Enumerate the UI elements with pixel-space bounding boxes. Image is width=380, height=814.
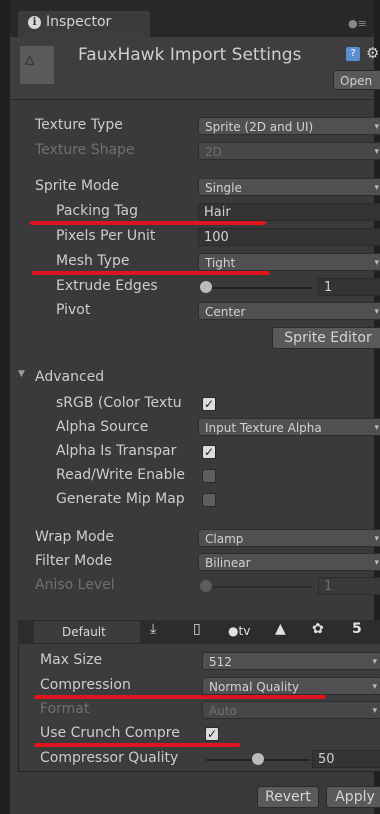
sprite-editor-button[interactable]: Sprite Editor: [272, 327, 380, 349]
read-write-enabled-label: Read/Write Enable: [56, 467, 185, 483]
mesh-type-dropdown[interactable]: Tight ▾: [198, 253, 380, 271]
format-label: Format: [40, 701, 90, 717]
format-dropdown: Auto ▾: [202, 701, 380, 719]
packing-tag-label: Packing Tag: [56, 203, 138, 219]
android-icon[interactable]: ▲: [275, 621, 286, 637]
pixels-per-unit-label: Pixels Per Unit: [56, 228, 156, 244]
pivot-dropdown[interactable]: Center ▾: [198, 302, 380, 320]
texture-preview-icon: △: [25, 52, 35, 66]
aniso-level-slider-knob: [200, 580, 212, 592]
window-frame-left: [0, 0, 10, 814]
annotation-underline-crunch: [34, 743, 240, 747]
aniso-level-input: 1: [318, 577, 380, 595]
info-icon: i: [28, 16, 41, 29]
use-crunch-compression-label: Use Crunch Compre: [40, 725, 180, 741]
generate-mip-maps-label: Generate Mip Map: [56, 491, 185, 507]
wrap-mode-dropdown[interactable]: Clamp ▾: [198, 529, 380, 547]
compressor-quality-slider-knob[interactable]: [252, 753, 264, 765]
platform-tab-default-label: Default: [62, 625, 106, 639]
texture-type-label: Texture Type: [35, 117, 123, 133]
aniso-level-slider-track: [204, 586, 312, 588]
aniso-level-label: Aniso Level: [35, 577, 115, 593]
lock-menu-icon[interactable]: ●≡: [348, 17, 367, 30]
compression-dropdown[interactable]: Normal Quality ▾: [202, 677, 380, 695]
texture-shape-dropdown: 2D ▾: [198, 142, 380, 160]
sprite-mode-dropdown[interactable]: Single ▾: [198, 178, 380, 196]
annotation-underline-compression: [34, 695, 326, 699]
phone-icon[interactable]: ▯: [193, 621, 201, 637]
annotation-underline-packing-tag: [30, 221, 266, 225]
tizen-icon[interactable]: ✿: [312, 621, 324, 637]
alpha-source-label: Alpha Source: [56, 419, 149, 435]
revert-button[interactable]: Revert: [257, 786, 319, 808]
max-size-label: Max Size: [40, 652, 103, 668]
wrap-mode-label: Wrap Mode: [35, 529, 115, 545]
tab-inspector-label: Inspector: [46, 14, 112, 30]
html5-icon[interactable]: 5: [352, 621, 362, 637]
extrude-edges-input[interactable]: 1: [318, 278, 380, 296]
alpha-is-transparency-label: Alpha Is Transpar: [56, 443, 177, 459]
apply-button[interactable]: Apply: [326, 786, 380, 808]
pivot-label: Pivot: [56, 302, 91, 318]
gear-icon[interactable]: ⚙: [366, 44, 379, 62]
alpha-is-transparency-checkbox[interactable]: ✓: [202, 445, 216, 459]
appletv-icon[interactable]: ●tv: [228, 624, 250, 638]
import-settings-title: FauxHawk Import Settings: [78, 45, 302, 65]
annotation-underline-mesh-type: [32, 271, 270, 275]
read-write-enabled-checkbox[interactable]: [202, 469, 216, 483]
open-button[interactable]: Open: [333, 70, 380, 90]
use-crunch-compression-checkbox[interactable]: ✓: [205, 727, 219, 741]
help-icon[interactable]: ?: [346, 47, 360, 61]
advanced-foldout-arrow-icon[interactable]: ▼: [18, 369, 25, 379]
extrude-edges-slider-track[interactable]: [204, 287, 312, 289]
pixels-per-unit-input[interactable]: 100: [198, 228, 380, 246]
compressor-quality-input[interactable]: 50: [312, 750, 380, 768]
alpha-source-dropdown[interactable]: Input Texture Alpha ▾: [198, 418, 380, 436]
compressor-quality-label: Compressor Quality: [40, 750, 179, 766]
filter-mode-dropdown[interactable]: Bilinear ▾: [198, 553, 380, 571]
mesh-type-label: Mesh Type: [56, 253, 130, 269]
texture-type-dropdown[interactable]: Sprite (2D and UI) ▾: [198, 117, 380, 135]
srgb-checkbox[interactable]: ✓: [202, 397, 216, 411]
extrude-edges-slider-knob[interactable]: [200, 281, 212, 293]
sprite-mode-label: Sprite Mode: [35, 178, 120, 194]
generate-mip-maps-checkbox[interactable]: [202, 493, 216, 507]
texture-shape-label: Texture Shape: [35, 142, 135, 158]
compression-label: Compression: [40, 677, 131, 693]
advanced-foldout-label[interactable]: Advanced: [35, 369, 104, 385]
srgb-label: sRGB (Color Textu: [56, 395, 182, 411]
packing-tag-input[interactable]: Hair: [198, 203, 380, 221]
max-size-dropdown[interactable]: 512 ▾: [202, 652, 380, 670]
extrude-edges-label: Extrude Edges: [56, 278, 158, 294]
download-icon[interactable]: ⤓: [150, 621, 156, 637]
filter-mode-label: Filter Mode: [35, 553, 113, 569]
